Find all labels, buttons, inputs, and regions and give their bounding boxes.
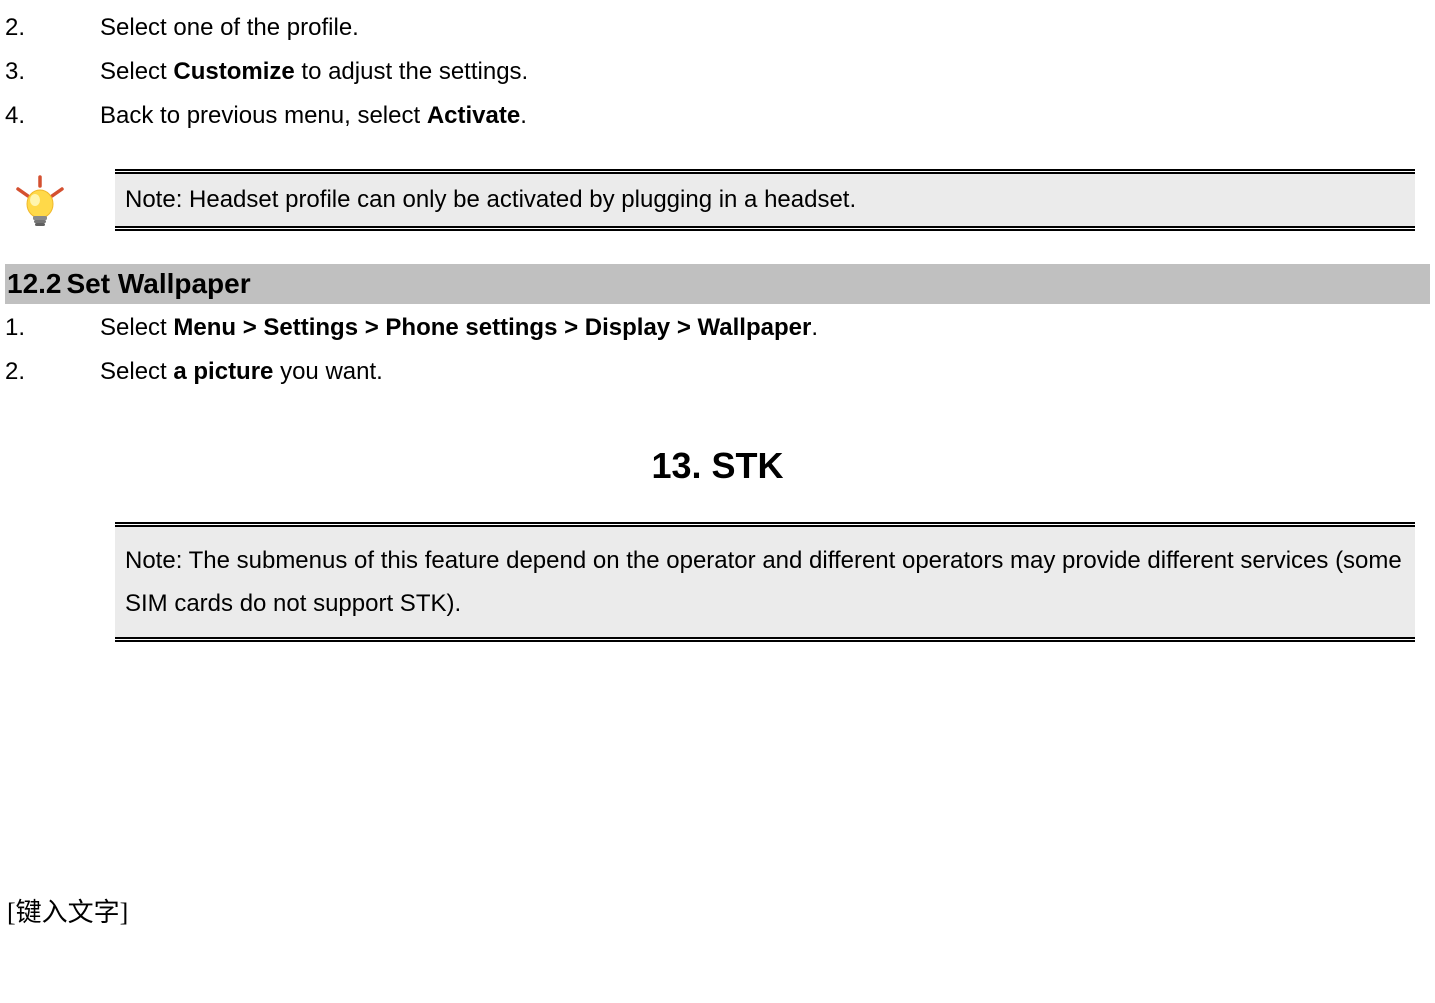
list-number: 2.: [5, 10, 100, 46]
note-container: Note: Headset profile can only be activa…: [5, 169, 1430, 234]
lightbulb-icon: [15, 174, 80, 234]
section-title: Set Wallpaper: [67, 268, 251, 299]
list-text: Back to previous menu, select Activate.: [100, 98, 1430, 134]
note-box: Note: Headset profile can only be activa…: [115, 169, 1415, 231]
note-text: Note: Headset profile can only be activa…: [115, 172, 1415, 228]
list-text: Select Customize to adjust the settings.: [100, 54, 1430, 90]
note-text: Note: The submenus of this feature depen…: [115, 525, 1415, 639]
list-number: 4.: [5, 98, 100, 134]
list-text: Select Menu > Settings > Phone settings …: [100, 310, 1430, 346]
list-number: 3.: [5, 54, 100, 90]
main-heading: 13. STK: [5, 445, 1430, 487]
note-container: Note: The submenus of this feature depen…: [115, 522, 1415, 642]
list-item: 1. Select Menu > Settings > Phone settin…: [5, 310, 1430, 346]
list-item: 2. Select a picture you want.: [5, 354, 1430, 390]
list-number: 1.: [5, 310, 100, 346]
list-item: 3. Select Customize to adjust the settin…: [5, 54, 1430, 90]
list-item: 4. Back to previous menu, select Activat…: [5, 98, 1430, 134]
section-number: 12.2: [7, 268, 62, 299]
list-item: 2. Select one of the profile.: [5, 10, 1430, 46]
list-text: Select one of the profile.: [100, 10, 1430, 46]
list-number: 2.: [5, 354, 100, 390]
section-header: 12.2Set Wallpaper: [5, 264, 1430, 304]
footer-text: [键入文字]: [5, 892, 1430, 929]
list-text: Select a picture you want.: [100, 354, 1430, 390]
